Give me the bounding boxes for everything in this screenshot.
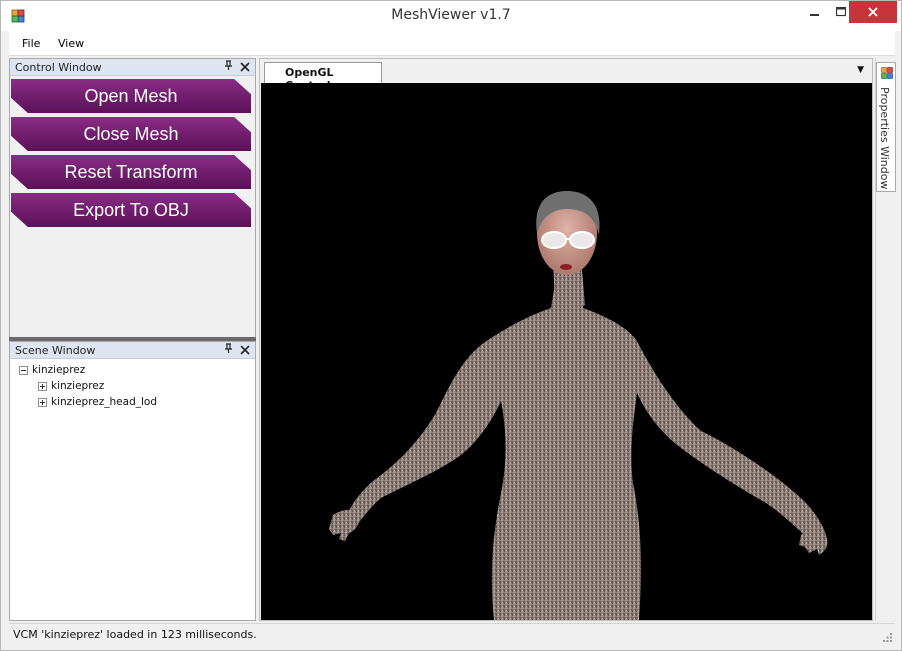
tab-opengl-control[interactable]: OpenGL Control: [264, 62, 382, 92]
status-text: VCM 'kinzieprez' loaded in 123 milliseco…: [13, 628, 257, 641]
control-window-header: Control Window: [10, 59, 255, 76]
tree-item-root[interactable]: kinzieprez: [19, 362, 85, 378]
opengl-viewport[interactable]: [261, 83, 872, 620]
properties-window-tab[interactable]: Properties Window: [876, 62, 896, 192]
close-panel-icon[interactable]: [240, 59, 250, 76]
scene-window-header: Scene Window: [10, 342, 255, 359]
resize-grip-icon[interactable]: [883, 633, 893, 643]
maximize-icon: [836, 7, 846, 17]
close-panel-icon[interactable]: [240, 342, 250, 359]
scene-window-title: Scene Window: [15, 344, 96, 357]
close-window-button[interactable]: [849, 1, 897, 23]
scene-window-panel: Scene Window kinzieprez kinzieprez kinzi…: [9, 341, 256, 621]
control-window-panel: Control Window Open Mesh Close Mesh Rese…: [9, 58, 256, 338]
tree-item-label: kinzieprez_head_lod: [51, 396, 157, 408]
main-window: MeshViewer v1.7 File View Control Window…: [0, 0, 902, 651]
close-icon: [868, 7, 878, 17]
properties-window-label: Properties Window: [878, 87, 891, 190]
tree-item-child[interactable]: kinzieprez_head_lod: [38, 394, 157, 410]
tree-item-label: kinzieprez: [51, 380, 105, 392]
menu-view[interactable]: View: [58, 37, 84, 50]
menu-bar: File View: [9, 31, 895, 56]
scene-tree: kinzieprez kinzieprez kinzieprez_head_lo…: [10, 360, 255, 620]
minimize-button[interactable]: [801, 1, 829, 23]
minimize-icon: [810, 14, 819, 16]
control-window-title: Control Window: [15, 61, 102, 74]
mesh-render: [329, 191, 828, 620]
pin-icon[interactable]: [224, 60, 233, 74]
title-bar[interactable]: MeshViewer v1.7: [1, 1, 901, 31]
tree-item-label: kinzieprez: [32, 364, 86, 376]
open-mesh-button[interactable]: Open Mesh: [11, 79, 251, 113]
reset-transform-button[interactable]: Reset Transform: [11, 155, 251, 189]
expand-icon[interactable]: [38, 397, 47, 407]
properties-icon: [881, 67, 893, 79]
pin-icon[interactable]: [224, 343, 233, 357]
status-bar: VCM 'kinzieprez' loaded in 123 milliseco…: [9, 623, 895, 645]
collapse-icon[interactable]: [19, 365, 28, 375]
window-title: MeshViewer v1.7: [391, 7, 511, 23]
expand-icon[interactable]: [38, 381, 47, 391]
menu-file[interactable]: File: [22, 37, 40, 50]
right-dock: Properties Window: [875, 58, 896, 621]
close-mesh-button[interactable]: Close Mesh: [11, 117, 251, 151]
tab-dropdown-icon[interactable]: ▼: [857, 65, 864, 75]
document-area: OpenGL Control ▼: [259, 58, 873, 621]
tree-item-child[interactable]: kinzieprez: [38, 378, 104, 394]
export-obj-button[interactable]: Export To OBJ: [11, 193, 251, 227]
